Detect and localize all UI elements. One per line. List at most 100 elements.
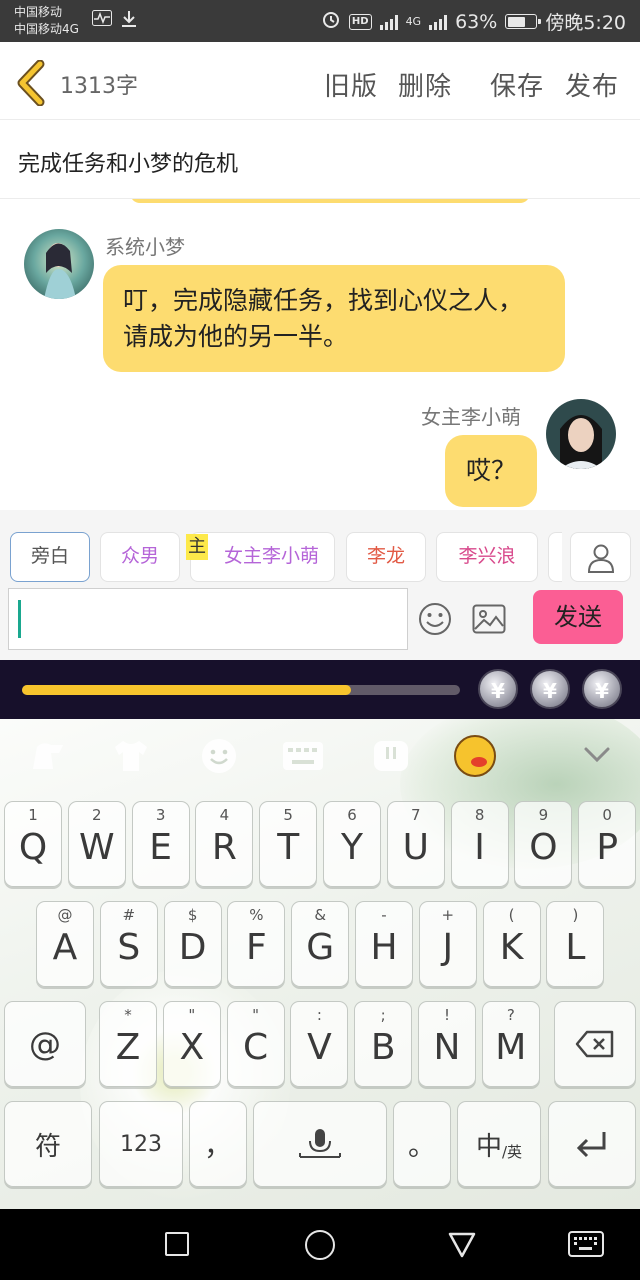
- key-x[interactable]: " X: [162, 1001, 221, 1087]
- save-button[interactable]: 保存: [490, 66, 544, 103]
- chevron-down-icon[interactable]: [582, 739, 612, 769]
- key-w[interactable]: 2W: [67, 801, 126, 887]
- key-label: R: [211, 827, 237, 868]
- key-secondary-label: :: [316, 1006, 322, 1024]
- key-s[interactable]: # S: [99, 901, 158, 987]
- enter-icon: [549, 1102, 635, 1186]
- key-o[interactable]: 9O: [514, 801, 573, 887]
- key-secondary-label: -: [381, 906, 387, 924]
- key-secondary-label: #: [122, 906, 136, 924]
- key-u[interactable]: 7U: [386, 801, 445, 887]
- recent-apps-icon[interactable]: [165, 1232, 189, 1256]
- swipe-icon[interactable]: [26, 733, 72, 779]
- mascot-icon[interactable]: [454, 735, 496, 777]
- key-secondary-label: 4: [219, 806, 230, 824]
- key-secondary-label: 1: [28, 806, 38, 824]
- message-input[interactable]: [8, 588, 408, 650]
- smiley-icon[interactable]: [196, 733, 242, 779]
- key-q[interactable]: 1Q: [4, 801, 62, 887]
- message-bubble[interactable]: 叮，完成隐藏任务，找到心仪之人，请成为他的另一半。: [103, 265, 565, 372]
- speaker-name: 系统小梦: [105, 235, 185, 259]
- comma-key[interactable]: ，: [189, 1101, 247, 1187]
- coin-icon[interactable]: ¥: [478, 669, 518, 709]
- key-secondary-label: 6: [347, 806, 357, 824]
- key-d[interactable]: $ D: [163, 901, 222, 987]
- key-v[interactable]: :V: [290, 1001, 349, 1087]
- key-secondary-label: %: [249, 906, 264, 924]
- key-l[interactable]: ) L: [546, 901, 605, 987]
- key-secondary-label: &: [314, 906, 327, 924]
- key-h[interactable]: -H: [355, 901, 413, 987]
- word-count: 1313字: [60, 74, 138, 99]
- avatar-system-xiaomeng[interactable]: [24, 229, 94, 299]
- old-version-button[interactable]: 旧版: [324, 66, 378, 103]
- key-r[interactable]: 4R: [195, 801, 254, 887]
- at-key[interactable]: @: [4, 1001, 86, 1087]
- key-secondary-label: ?: [506, 1006, 515, 1024]
- key-a[interactable]: @ A: [36, 901, 94, 987]
- key-label: Q: [18, 827, 48, 868]
- back-icon[interactable]: [447, 1231, 477, 1259]
- manage-roles-button[interactable]: [570, 532, 631, 582]
- image-icon[interactable]: [472, 604, 506, 638]
- symbols-key[interactable]: 符: [4, 1101, 92, 1187]
- role-label: 众男: [120, 545, 159, 567]
- role-chip-lilong[interactable]: 李龙: [346, 532, 426, 582]
- message-bubble[interactable]: 哎？: [445, 435, 537, 507]
- key-label: J: [442, 927, 454, 968]
- home-icon[interactable]: [305, 1230, 335, 1260]
- key-label: 。: [407, 1129, 436, 1162]
- key-secondary-label: 3: [155, 806, 166, 824]
- story-title-bar[interactable]: 完成任务和小梦的危机: [0, 121, 640, 199]
- key-label: 中: [475, 1131, 502, 1162]
- emoji-icon[interactable]: [418, 602, 452, 640]
- key-t[interactable]: 5T: [259, 801, 318, 887]
- avatar-heroine-lixiaomeng[interactable]: [546, 399, 616, 469]
- send-button[interactable]: 发送: [533, 590, 623, 644]
- back-button[interactable]: [14, 59, 50, 107]
- publish-button[interactable]: 发布: [565, 66, 619, 103]
- system-nav-bar: [0, 1209, 640, 1280]
- key-secondary-label: ": [188, 1006, 196, 1024]
- key-label: D: [178, 927, 207, 968]
- key-n[interactable]: ! N: [418, 1001, 476, 1087]
- role-chip-crowd-men[interactable]: 众男: [100, 532, 180, 582]
- space-key[interactable]: [253, 1101, 387, 1187]
- key-secondary-label: /英: [501, 1142, 523, 1161]
- numbers-key[interactable]: 123: [99, 1101, 183, 1187]
- key-z[interactable]: * Z: [99, 1001, 157, 1087]
- carrier-info: 中国移动 中国移动4G: [14, 4, 79, 38]
- role-chip-heroine[interactable]: 女主李小萌: [190, 532, 335, 582]
- role-chip-overflow[interactable]: [548, 532, 562, 582]
- delete-button[interactable]: 删除: [398, 66, 452, 103]
- period-key[interactable]: 。: [393, 1101, 451, 1187]
- key-y[interactable]: 6Y: [323, 801, 381, 887]
- key-i[interactable]: 8I: [450, 801, 509, 887]
- backspace-key[interactable]: [554, 1001, 636, 1087]
- keyboard-toggle-icon[interactable]: [568, 1231, 604, 1257]
- key-b[interactable]: ; B: [354, 1001, 413, 1087]
- role-chip-narrator[interactable]: 旁白: [10, 532, 90, 582]
- keyboard-icon[interactable]: [280, 733, 326, 779]
- key-c[interactable]: " C: [226, 1001, 285, 1087]
- key-p[interactable]: 0P: [578, 801, 637, 887]
- clipboard-icon[interactable]: [368, 733, 414, 779]
- key-m[interactable]: ? M: [481, 1001, 540, 1087]
- key-g[interactable]: & G: [291, 901, 350, 987]
- battery-level: [507, 16, 525, 27]
- coin-icon[interactable]: ¥: [582, 669, 622, 709]
- language-switch-key[interactable]: 中/英: [457, 1101, 541, 1187]
- key-f[interactable]: % F: [227, 901, 286, 987]
- role-chip-lixinglang[interactable]: 李兴浪: [436, 532, 538, 582]
- key-label: 123: [120, 1131, 162, 1157]
- tshirt-icon[interactable]: [108, 733, 154, 779]
- key-k[interactable]: (K: [482, 901, 541, 987]
- key-j[interactable]: + J: [418, 901, 477, 987]
- coin-icon[interactable]: ¥: [530, 669, 570, 709]
- chat-area[interactable]: 系统小梦 叮，完成隐藏任务，找到心仪之人，请成为他的另一半。 女主李小萌 哎？: [0, 199, 640, 510]
- editor-header: 1313字 旧版 删除 保存 发布: [0, 42, 640, 120]
- key-secondary-label: 5: [283, 806, 293, 824]
- activity-icon: [92, 10, 112, 32]
- key-e[interactable]: 3E: [131, 801, 190, 887]
- enter-key[interactable]: [548, 1101, 636, 1187]
